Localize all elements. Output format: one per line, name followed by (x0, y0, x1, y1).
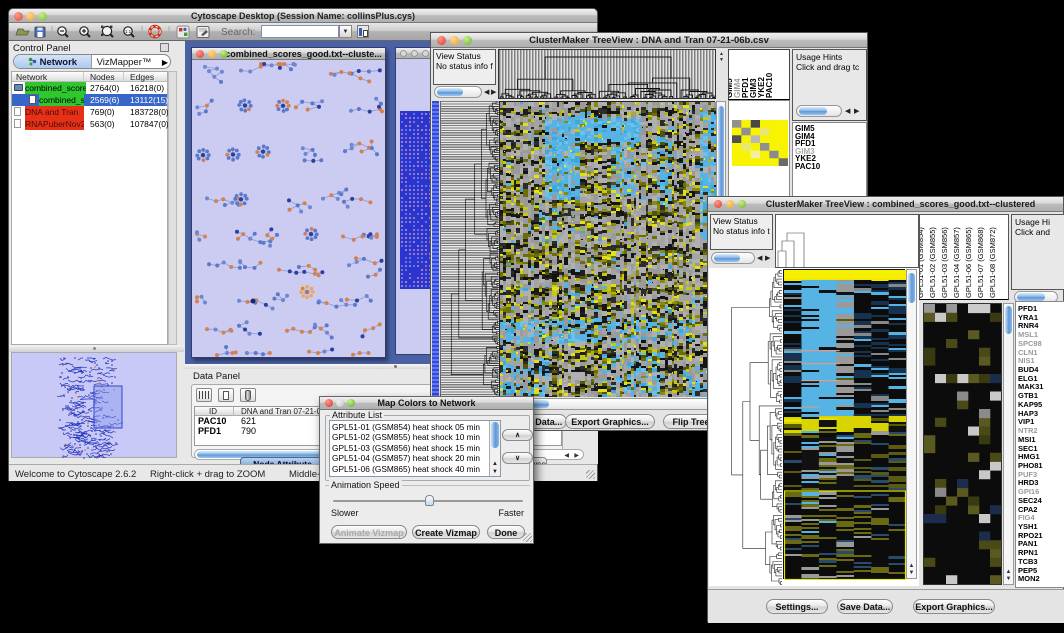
svg-text:1:1: 1:1 (125, 29, 132, 34)
svg-text:GPL51-07 (GSM868): GPL51-07 (GSM868) (976, 227, 985, 298)
svg-text:GPL51-01 (GSM854): GPL51-01 (GSM854) (920, 227, 925, 298)
svg-text:GPL51-02 (GSM855): GPL51-02 (GSM855) (928, 227, 937, 298)
svg-text:GPL51-03 (GSM856): GPL51-03 (GSM856) (940, 227, 949, 298)
svg-text:GPL51-04 (GSM857): GPL51-04 (GSM857) (952, 227, 961, 298)
svg-text:PAC10: PAC10 (765, 72, 774, 98)
svg-text:GPL51-08 (GSM872): GPL51-08 (GSM872) (988, 227, 997, 298)
svg-text:GPL51-06 (GSM865): GPL51-06 (GSM865) (964, 227, 973, 298)
